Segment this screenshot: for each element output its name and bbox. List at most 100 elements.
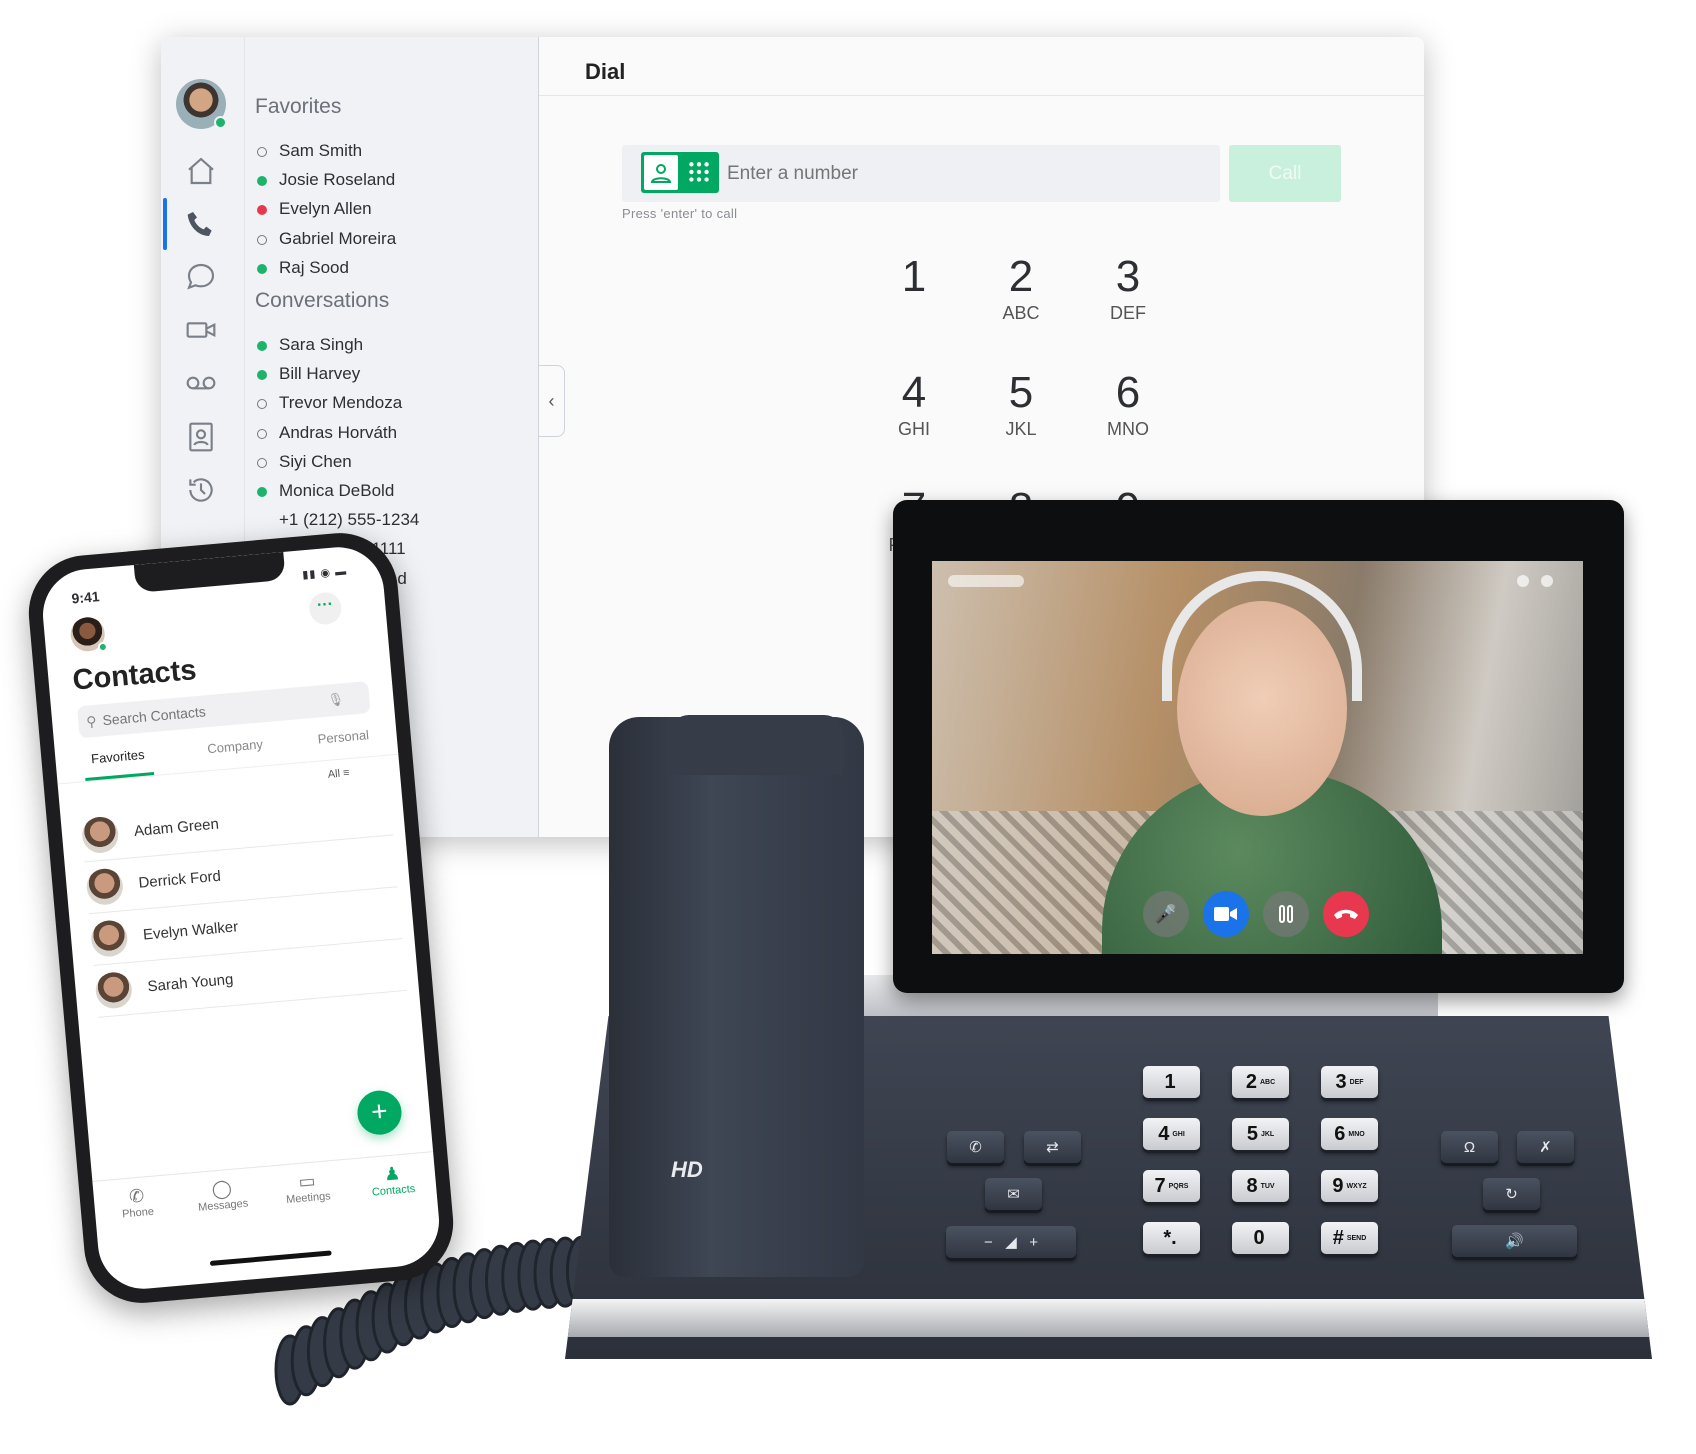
desk-key[interactable]: 9 WXYZ xyxy=(1321,1170,1378,1202)
mobile-screen: 9:41 ▮▮ ◉ ▬ ··· Contacts ⚲ 🎙 Favorites C… xyxy=(39,543,443,1293)
conversations-item[interactable]: +1 (212) 555-1234 xyxy=(279,510,419,530)
dialpad-icon[interactable] xyxy=(686,160,712,186)
search-contacts-input[interactable] xyxy=(101,693,323,729)
desk-key[interactable]: 5 JKL xyxy=(1232,1118,1289,1150)
contact-mode-button[interactable] xyxy=(644,155,678,190)
mute-key[interactable]: ✗ xyxy=(1517,1131,1574,1163)
conversations-item[interactable]: Sara Singh xyxy=(279,335,363,355)
camera-button[interactable] xyxy=(1203,891,1249,937)
desk-key[interactable]: 7 PQRS xyxy=(1143,1170,1200,1202)
video-menu-dot[interactable] xyxy=(1541,575,1553,587)
message-icon[interactable] xyxy=(185,261,217,293)
bottom-nav: ✆ Phone ◯ Messages ▭ Meetings ♟ Contacts xyxy=(92,1151,439,1241)
favorites-item[interactable]: Josie Roseland xyxy=(279,170,395,190)
hd-logo: HD xyxy=(671,1157,703,1182)
mobile-user-avatar[interactable] xyxy=(69,615,109,653)
nav-contacts[interactable]: ♟ Contacts xyxy=(356,1161,430,1218)
conversations-item[interactable]: Siyi Chen xyxy=(279,452,352,472)
add-contact-button[interactable]: + xyxy=(355,1088,404,1137)
favorites-heading: Favorites xyxy=(255,95,342,118)
history-icon[interactable] xyxy=(185,474,217,506)
favorites-item[interactable]: Sam Smith xyxy=(279,141,362,161)
video-menu-dot[interactable] xyxy=(1517,575,1529,587)
desk-key-digit: 6 xyxy=(1334,1122,1346,1145)
dial-key-digit: 4 xyxy=(901,368,927,417)
input-mode-toggle[interactable] xyxy=(641,152,719,193)
desk-key[interactable]: *. xyxy=(1143,1222,1200,1254)
dial-key-3[interactable]: 3 DEF xyxy=(1073,255,1183,324)
handset[interactable]: HD xyxy=(609,715,864,1277)
desk-key[interactable]: 8 TUV xyxy=(1232,1170,1289,1202)
ellipsis-icon: ··· xyxy=(316,595,334,615)
desk-key[interactable]: 3 DEF xyxy=(1321,1066,1378,1098)
number-input[interactable] xyxy=(727,145,1207,202)
message-key[interactable]: ✉ xyxy=(985,1178,1042,1210)
transfer-key[interactable]: ⇄ xyxy=(1024,1131,1081,1163)
presence-online-icon xyxy=(97,641,109,653)
nav-meetings[interactable]: ▭ Meetings xyxy=(271,1168,345,1225)
microphone-icon[interactable]: 🎙 xyxy=(327,691,345,708)
speaker-key[interactable]: 🔊 xyxy=(1452,1225,1577,1257)
home-icon[interactable] xyxy=(185,155,217,187)
tab-company[interactable]: Company xyxy=(207,736,265,770)
favorites-item[interactable]: Evelyn Allen xyxy=(279,199,372,219)
end-call-button[interactable] xyxy=(1323,891,1369,937)
contact-avatar xyxy=(85,866,125,906)
voicemail-icon[interactable] xyxy=(185,367,217,399)
message-icon: ◯ xyxy=(210,1177,233,1200)
person-icon xyxy=(650,163,672,183)
tab-favorites[interactable]: Favorites xyxy=(82,746,155,782)
speaker-icon: 🔊 xyxy=(1505,1233,1524,1250)
desk-key[interactable]: 6 MNO xyxy=(1321,1118,1378,1150)
mute-mic-button[interactable]: 🎤 xyxy=(1143,891,1189,937)
search-icon: ⚲ xyxy=(85,712,98,730)
desk-key[interactable]: 2 ABC xyxy=(1232,1066,1289,1098)
redial-key[interactable]: ↻ xyxy=(1483,1178,1540,1210)
desk-key[interactable]: # SEND xyxy=(1321,1222,1378,1254)
favorites-item[interactable]: Raj Sood xyxy=(279,258,349,278)
hold-button[interactable] xyxy=(1263,891,1309,937)
dial-key-letters: JKL xyxy=(1005,419,1037,439)
headset-key[interactable]: Ω xyxy=(1441,1131,1498,1163)
contact-name: Sarah Young xyxy=(146,970,234,996)
plus-icon: + xyxy=(369,1095,389,1128)
desk-key-letters: GHI xyxy=(1172,1130,1185,1138)
desk-key[interactable]: 4 GHI xyxy=(1143,1118,1200,1150)
desk-key-digit: 7 xyxy=(1154,1174,1166,1197)
dial-key-2[interactable]: 2 ABC xyxy=(966,255,1076,324)
conversations-item[interactable]: Trevor Mendoza xyxy=(279,393,402,413)
more-options-button[interactable]: ··· xyxy=(308,591,343,626)
desk-key-digit: 2 xyxy=(1245,1070,1257,1093)
dial-key-digit: 1 xyxy=(901,252,927,301)
page-title: Dial xyxy=(585,59,626,84)
dial-key-digit: 6 xyxy=(1115,368,1141,417)
nav-phone[interactable]: ✆ Phone xyxy=(101,1183,175,1240)
conversations-item[interactable]: Andras Horváth xyxy=(279,423,397,443)
silver-trim xyxy=(565,1299,1652,1337)
filter-button[interactable]: All ≡ xyxy=(327,767,350,781)
desk-key[interactable]: 1 xyxy=(1143,1066,1200,1098)
conversations-item[interactable]: Bill Harvey xyxy=(279,364,360,384)
dial-key-letters: MNO xyxy=(1107,419,1149,439)
dial-key-5[interactable]: 5 JKL xyxy=(966,371,1076,440)
favorites-item[interactable]: Gabriel Moreira xyxy=(279,229,396,249)
tab-personal[interactable]: Personal xyxy=(317,727,371,760)
user-avatar[interactable] xyxy=(176,79,227,129)
desk-key[interactable]: 0 xyxy=(1232,1222,1289,1254)
conversations-item[interactable]: Monica DeBold xyxy=(279,481,394,501)
presence-offline-icon xyxy=(257,428,267,439)
video-icon[interactable] xyxy=(185,314,217,346)
desk-key-letters: ABC xyxy=(1259,1078,1276,1086)
dial-key-digit: 2 xyxy=(1008,252,1034,301)
call-button[interactable]: Call xyxy=(1229,145,1341,202)
contacts-icon[interactable] xyxy=(185,421,217,453)
mute-mic-icon: 🎤 xyxy=(1154,903,1178,924)
dial-key-1[interactable]: 1 xyxy=(859,255,969,303)
phone-icon[interactable] xyxy=(185,208,217,240)
hold-key[interactable]: ✆ xyxy=(947,1131,1004,1163)
nav-messages[interactable]: ◯ Messages xyxy=(186,1176,260,1233)
desk-key-letters: WXYZ xyxy=(1346,1182,1367,1190)
volume-rocker[interactable]: − ◢ + xyxy=(946,1226,1076,1258)
dial-key-6[interactable]: 6 MNO xyxy=(1073,371,1183,440)
dial-key-4[interactable]: 4 GHI xyxy=(859,371,969,440)
